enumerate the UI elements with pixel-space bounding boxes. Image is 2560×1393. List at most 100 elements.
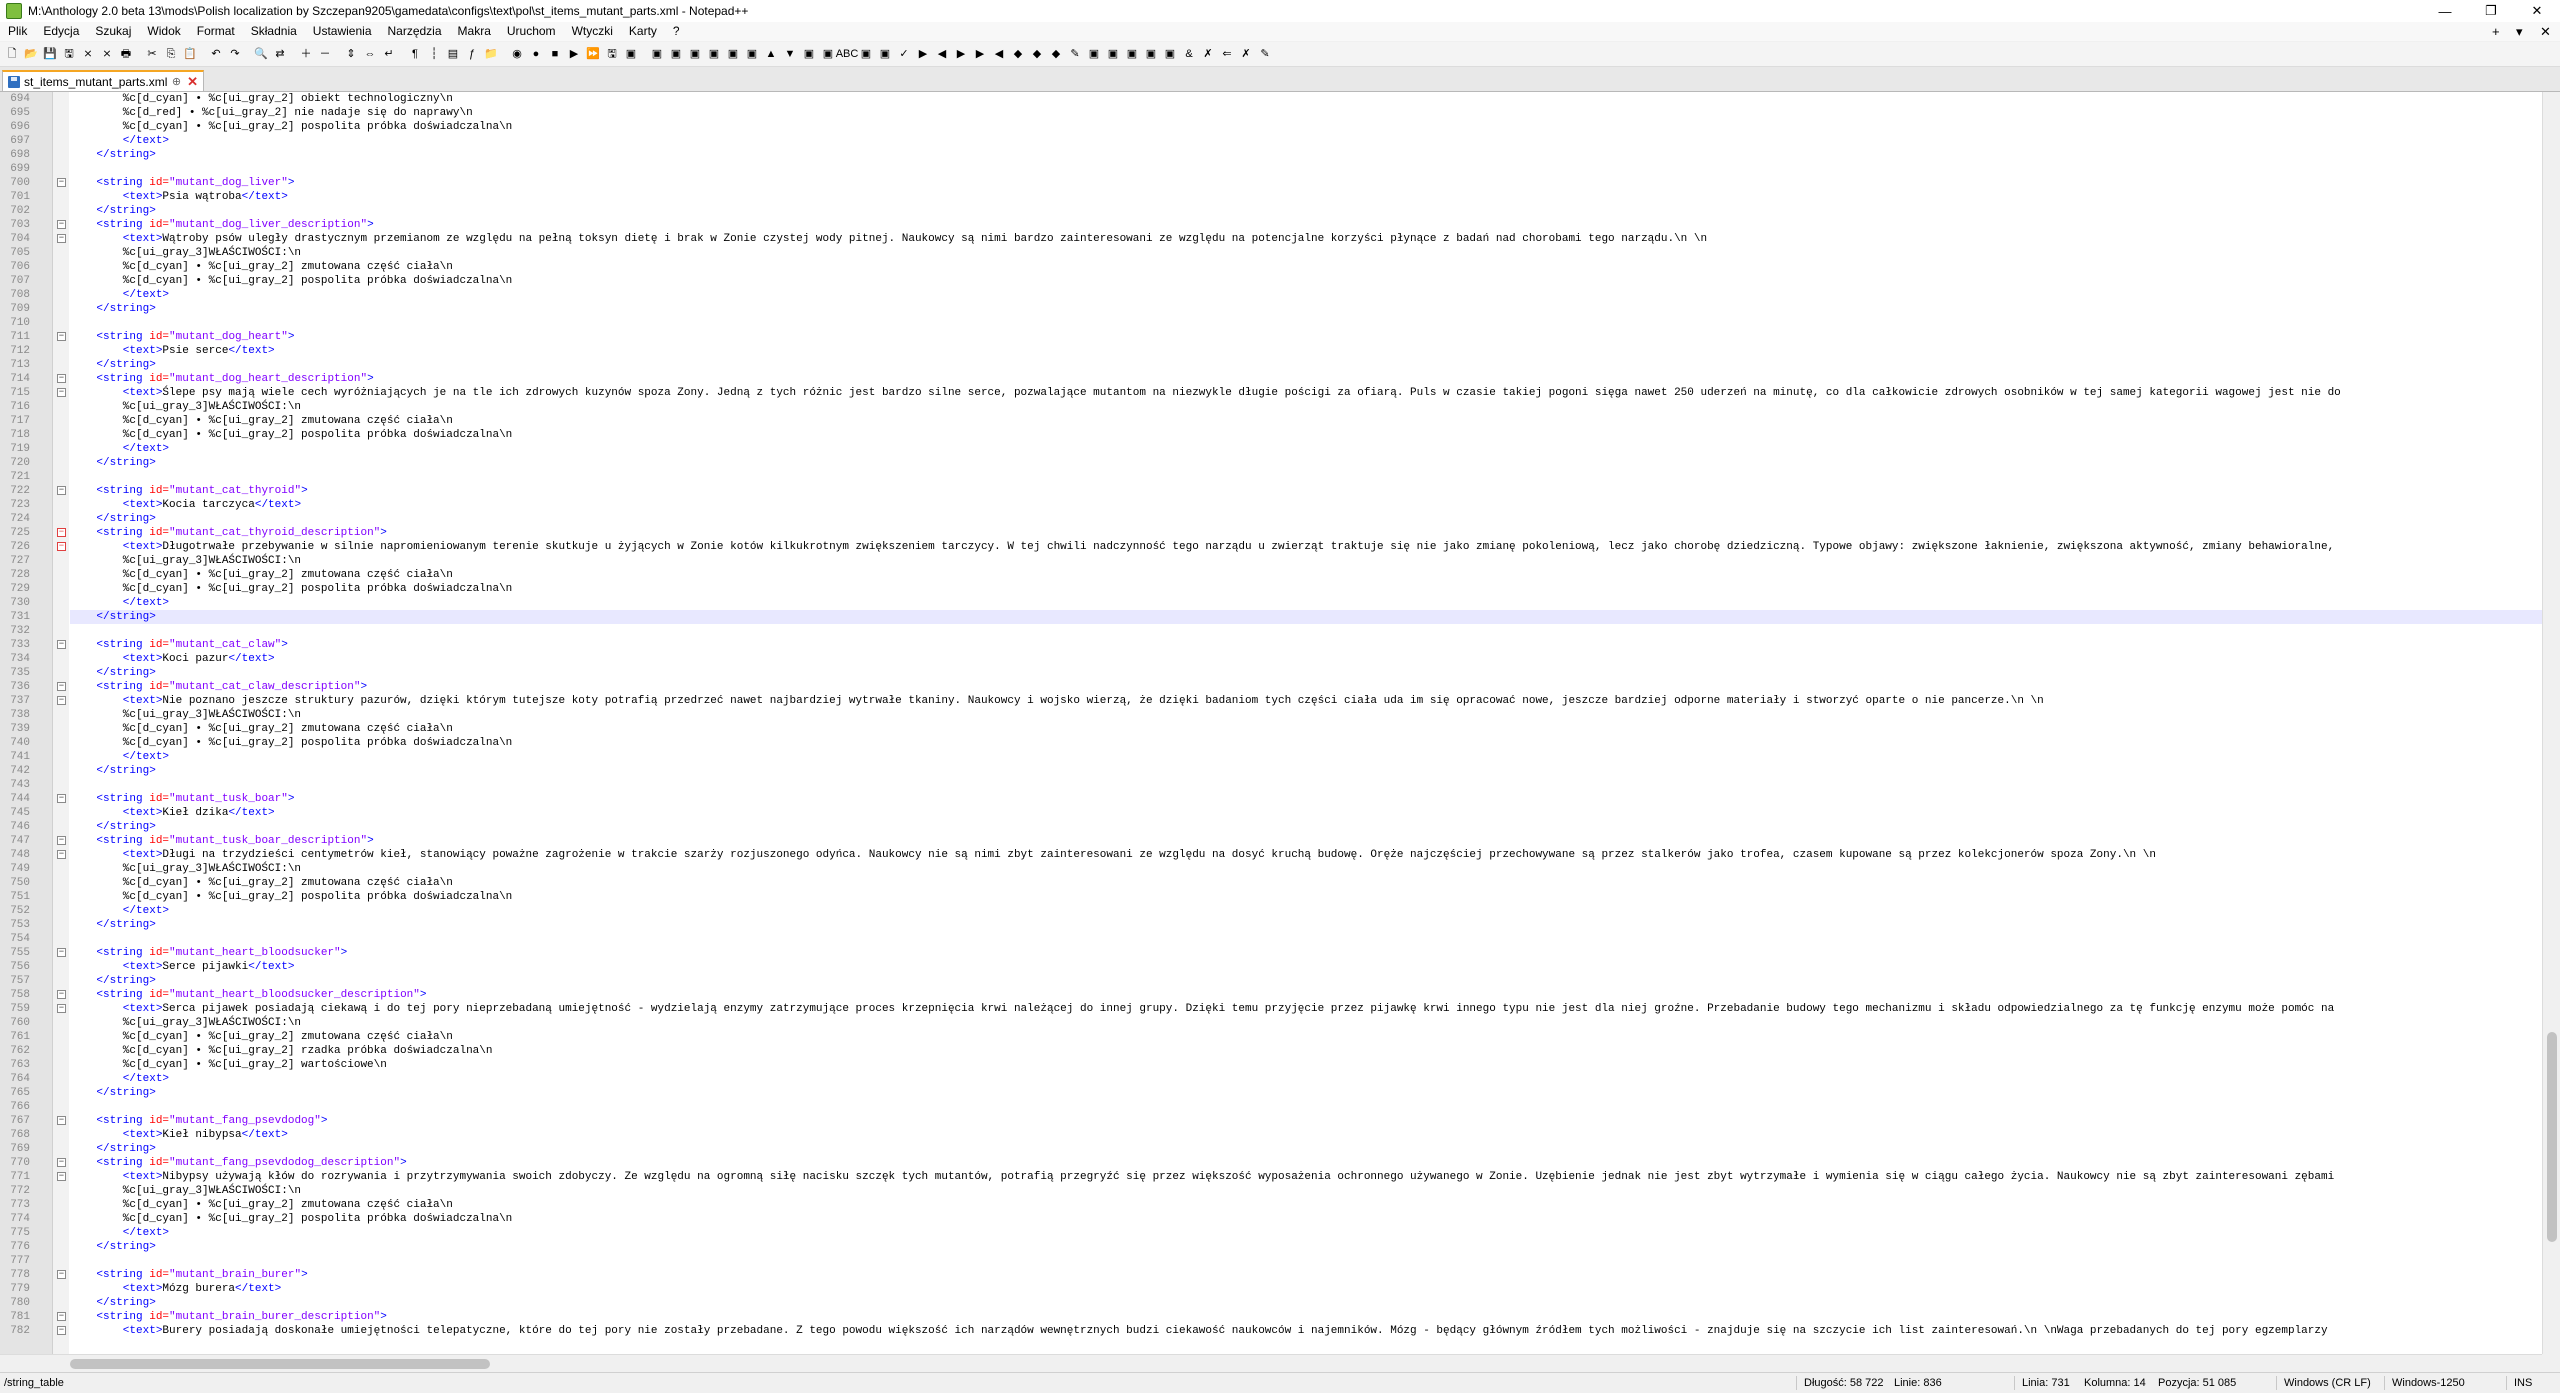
horizontal-scroll-thumb[interactable] [70,1359,490,1369]
toolbar-icon[interactable]: ▣ [1162,46,1178,62]
fold-toggle-icon[interactable]: − [57,374,66,383]
code-line[interactable]: 749 %c[ui_gray_3]WŁAŚCIWOŚCI:\n [10,862,2542,876]
fold-toggle-icon[interactable]: − [57,1116,66,1125]
code-line[interactable]: 715 − <text>Ślepe psy mają wiele cech wyr… [10,386,2542,400]
plugin-icon[interactable]: ◆ [1010,46,1026,62]
function-list-icon[interactable]: ƒ [464,46,480,62]
save-icon[interactable]: 💾 [42,46,58,62]
code-line[interactable]: 729 %c[d_cyan] • %c[ui_gray_2] pospolita… [10,582,2542,596]
plugin-icon[interactable]: ▣ [877,46,893,62]
plugin-icon[interactable]: ◀ [991,46,1007,62]
undo-icon[interactable]: ↶ [208,46,224,62]
fold-toggle-icon[interactable]: − [57,990,66,999]
fold-toggle-icon[interactable]: − [57,332,66,341]
close-icon[interactable]: ⨯ [80,46,96,62]
code-line[interactable]: 699 [10,162,2542,176]
play-macro-icon[interactable]: ▶ [566,46,582,62]
code-line[interactable]: 761 %c[d_cyan] • %c[ui_gray_2] zmutowana… [10,1030,2542,1044]
code-line[interactable]: 726 − <text>Długotrwałe przebywanie w sil… [10,540,2542,554]
code-line[interactable]: 696 %c[d_cyan] • %c[ui_gray_2] pospolita… [10,120,2542,134]
code-line[interactable]: 695 %c[d_red] • %c[ui_gray_2] nie nadaje… [10,106,2542,120]
code-line[interactable]: 717 %c[d_cyan] • %c[ui_gray_2] zmutowana… [10,414,2542,428]
plugin-icon[interactable]: ▣ [820,46,836,62]
code-line[interactable]: 753 </string> [10,918,2542,932]
code-line[interactable]: 705 %c[ui_gray_3]WŁAŚCIWOŚCI:\n [10,246,2542,260]
code-line[interactable]: 769 </string> [10,1142,2542,1156]
code-line[interactable]: 732 [10,624,2542,638]
code-line[interactable]: 714 − <string id="mutant_dog_heart_descri… [10,372,2542,386]
zoom-in-icon[interactable]: ＋ [298,46,314,62]
fold-toggle-icon[interactable]: − [57,640,66,649]
redo-icon[interactable]: ↷ [227,46,243,62]
code-line[interactable]: 728 %c[d_cyan] • %c[ui_gray_2] zmutowana… [10,568,2542,582]
code-line[interactable]: 741 </text> [10,750,2542,764]
fold-toggle-icon[interactable]: − [57,178,66,187]
code-line[interactable]: 755 − <string id="mutant_heart_bloodsucke… [10,946,2542,960]
fold-toggle-icon[interactable]: − [57,1326,66,1335]
code-line[interactable]: 752 </text> [10,904,2542,918]
plugin-icon[interactable]: ▣ [1105,46,1121,62]
tab-list-chevron-icon[interactable]: ▾ [2516,22,2523,41]
code-line[interactable]: 746 </string> [10,820,2542,834]
plugin-icon[interactable]: ✎ [1067,46,1083,62]
menu-item-makra[interactable]: Makra [450,22,499,41]
save-all-icon[interactable]: 🖫 [61,46,77,62]
code-line[interactable]: 710 [10,316,2542,330]
code-line[interactable]: 737 − <text>Nie poznano jeszcze struktury… [10,694,2542,708]
maximize-button[interactable]: ❐ [2468,0,2514,22]
menu-item-widok[interactable]: Widok [139,22,188,41]
code-line[interactable]: 694 %c[d_cyan] • %c[ui_gray_2] obiekt te… [10,92,2542,106]
code-line[interactable]: 770 − <string id="mutant_fang_psevdodog_d… [10,1156,2542,1170]
paste-icon[interactable]: 📋 [182,46,198,62]
menu-item-narzędzia[interactable]: Narzędzia [380,22,450,41]
open-file-icon[interactable]: 📂 [23,46,39,62]
close-all-icon[interactable]: ⨯ [99,46,115,62]
fold-toggle-icon[interactable]: − [57,948,66,957]
fold-toggle-icon[interactable]: − [57,1158,66,1167]
find-icon[interactable]: 🔍 [253,46,269,62]
tab-close-icon[interactable]: ✕ [187,74,198,90]
replace-icon[interactable]: ⇄ [272,46,288,62]
plugin-icon[interactable]: ▣ [744,46,760,62]
toolbar-icon[interactable]: ✗ [1238,46,1254,62]
code-line[interactable]: 712 <text>Psie serce</text> [10,344,2542,358]
code-line[interactable]: 782 − <text>Burery posiadają doskonałe um… [10,1324,2542,1338]
code-line[interactable]: 781 − <string id="mutant_brain_burer_desc… [10,1310,2542,1324]
code-line[interactable]: 762 %c[d_cyan] • %c[ui_gray_2] rzadka pr… [10,1044,2542,1058]
code-line[interactable]: 734 <text>Koci pazur</text> [10,652,2542,666]
code-line[interactable]: 738 %c[ui_gray_3]WŁAŚCIWOŚCI:\n [10,708,2542,722]
fold-toggle-icon[interactable]: − [57,486,66,495]
code-line[interactable]: 740 %c[d_cyan] • %c[ui_gray_2] pospolita… [10,736,2542,750]
plugin-icon[interactable]: ▣ [858,46,874,62]
code-line[interactable]: 733 − <string id="mutant_cat_claw"> [10,638,2542,652]
sync-vertical-icon[interactable]: ⇕ [343,46,359,62]
plugin-icon[interactable]: ▣ [649,46,665,62]
code-line[interactable]: 779 <text>Mózg burera</text> [10,1282,2542,1296]
code-line[interactable]: 766 [10,1100,2542,1114]
fold-toggle-icon[interactable]: − [57,234,66,243]
code-editor[interactable]: 694 %c[d_cyan] • %c[ui_gray_2] obiekt te… [0,92,2560,1354]
menu-item-format[interactable]: Format [189,22,243,41]
code-line[interactable]: 743 [10,778,2542,792]
code-line[interactable]: 701 <text>Psia wątroba</text> [10,190,2542,204]
fold-toggle-icon[interactable]: − [57,682,66,691]
code-line[interactable]: 711 − <string id="mutant_dog_heart"> [10,330,2542,344]
code-line[interactable]: 750 %c[d_cyan] • %c[ui_gray_2] zmutowana… [10,876,2542,890]
horizontal-scrollbar[interactable] [0,1354,2542,1373]
code-line[interactable]: 720 </string> [10,456,2542,470]
zoom-out-icon[interactable]: － [317,46,333,62]
code-line[interactable]: 771 − <text>Nibypsy używają kłów do rozry… [10,1170,2542,1184]
plugin-icon[interactable]: ▣ [706,46,722,62]
menu-item-plik[interactable]: Plik [0,22,35,41]
code-line[interactable]: 756 <text>Serce pijawki</text> [10,960,2542,974]
status-eol[interactable]: Windows (CR LF) [2284,1373,2371,1393]
code-line[interactable]: 764 </text> [10,1072,2542,1086]
code-line[interactable]: 724 </string> [10,512,2542,526]
record-macro-icon[interactable]: ● [528,46,544,62]
code-line[interactable]: 735 </string> [10,666,2542,680]
plugin-icon[interactable]: ABC [836,46,859,62]
plugin-icon[interactable]: ▣ [1086,46,1102,62]
toolbar-icon[interactable]: & [1181,46,1197,62]
fold-toggle-icon[interactable]: − [57,1004,66,1013]
code-line[interactable]: 772 %c[ui_gray_3]WŁAŚCIWOŚCI:\n [10,1184,2542,1198]
